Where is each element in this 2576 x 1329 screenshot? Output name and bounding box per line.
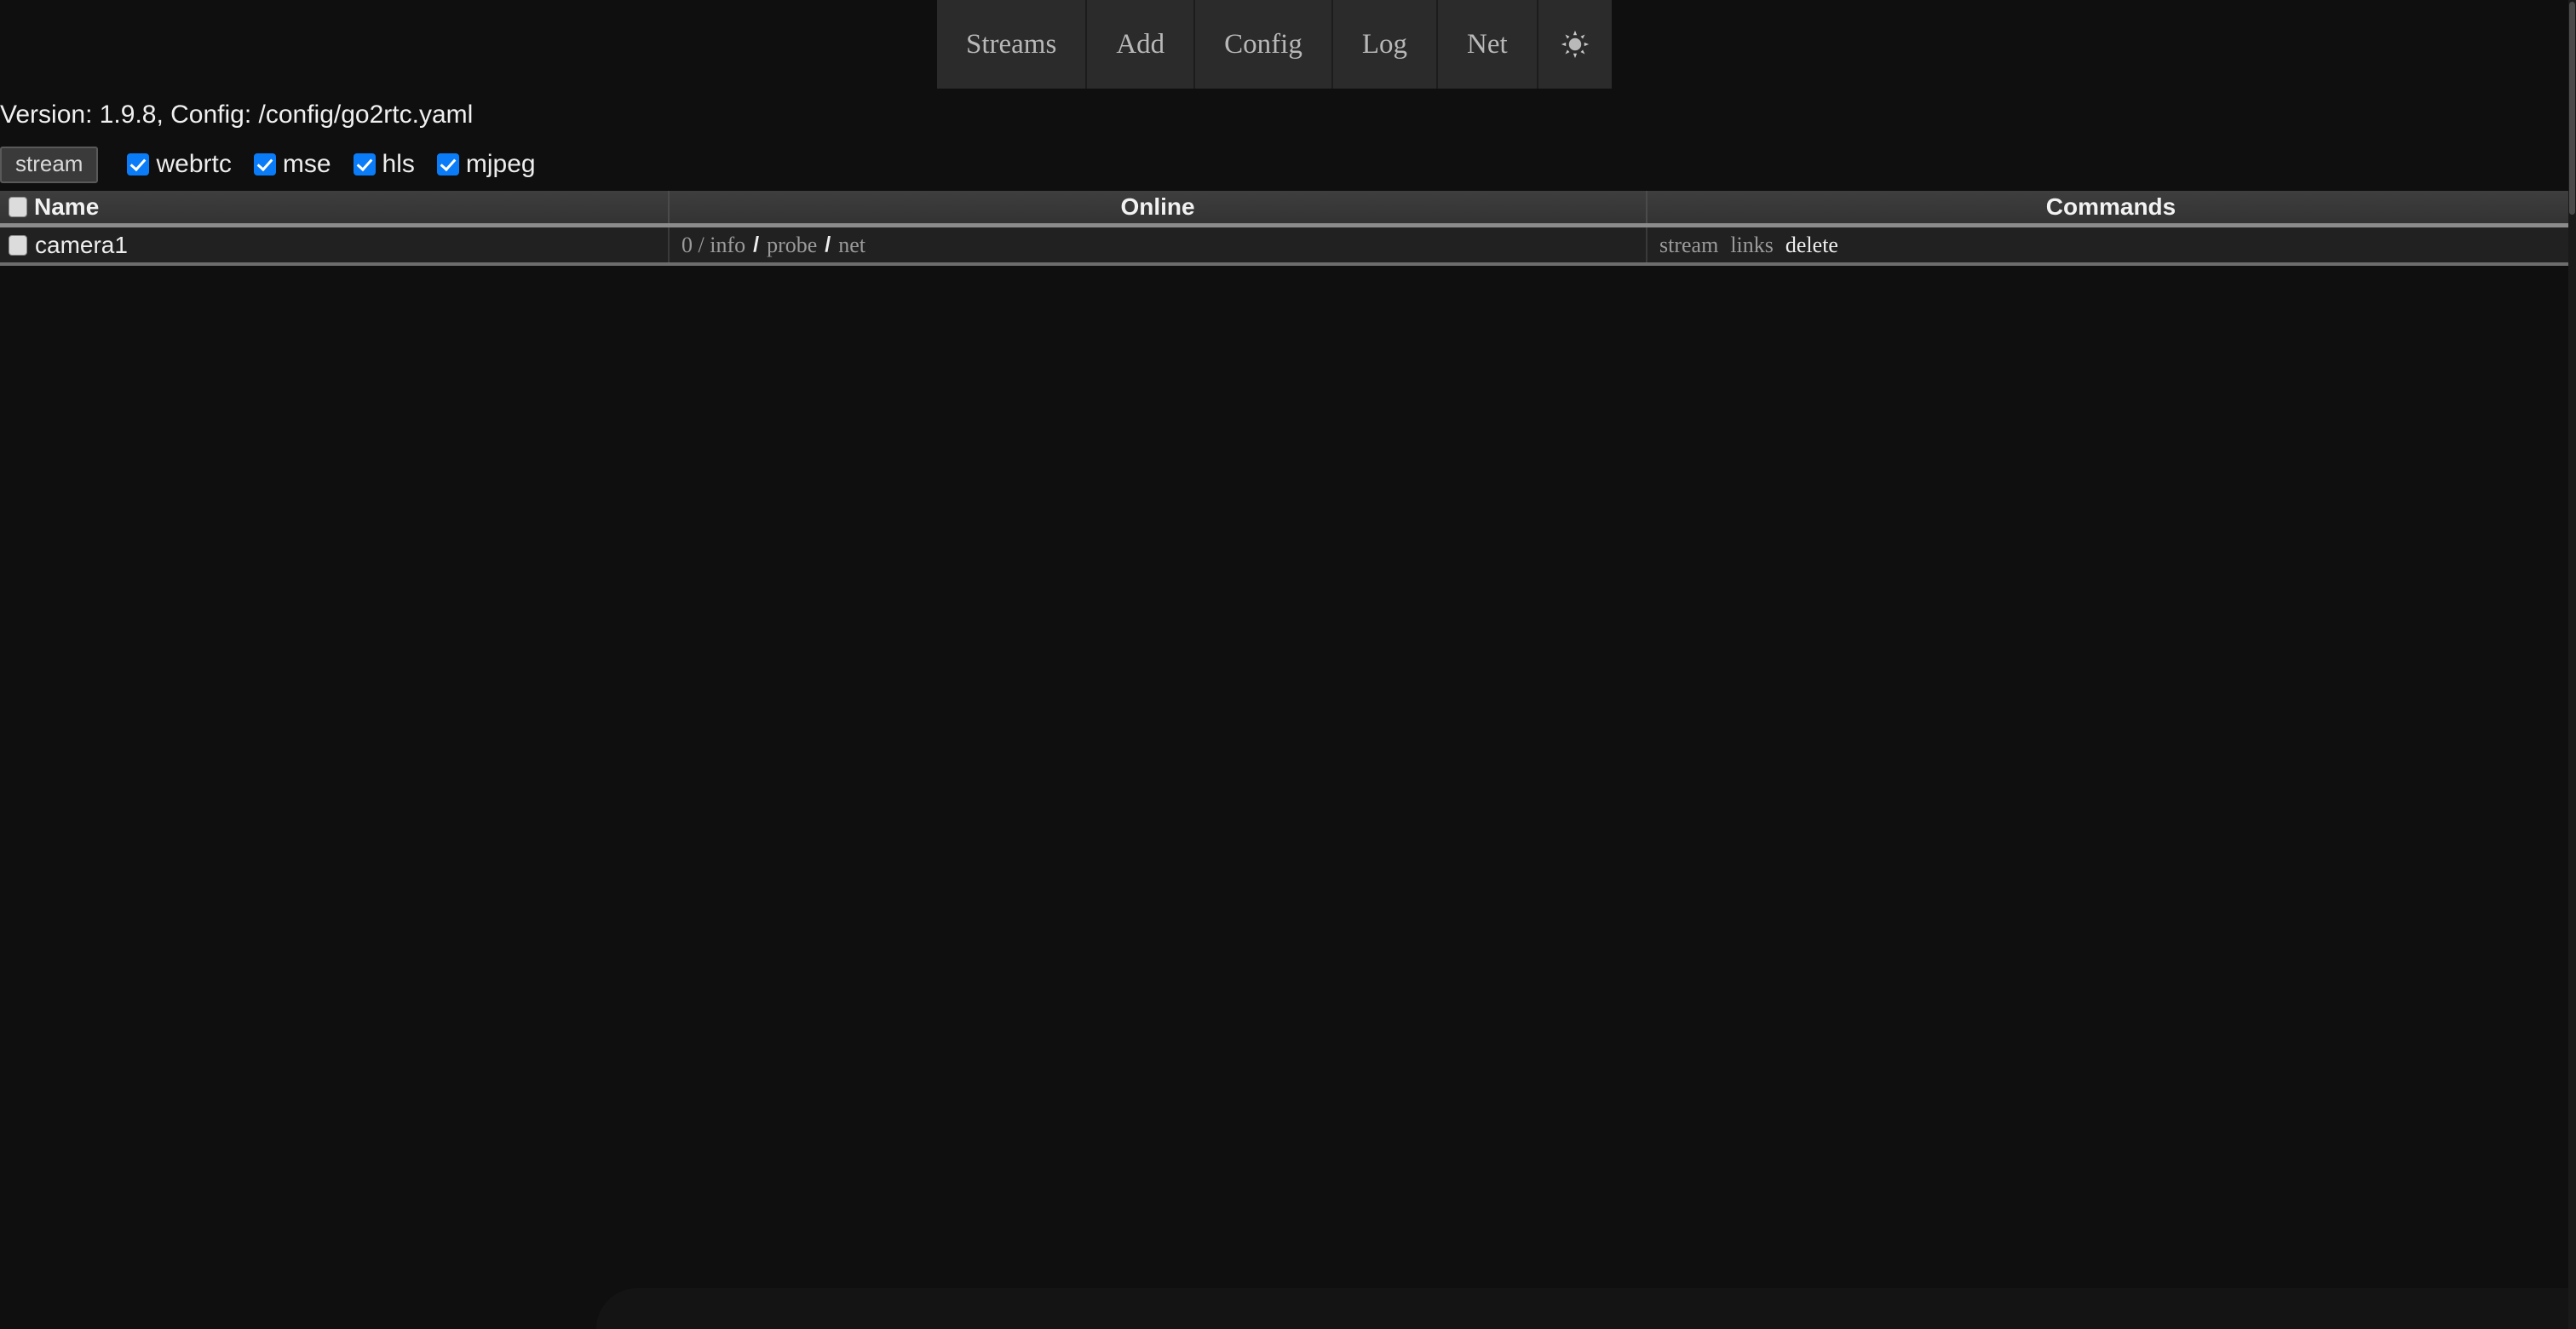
nav-item-streams[interactable]: Streams — [937, 0, 1088, 89]
nav-item-add[interactable]: Add — [1087, 0, 1196, 89]
table-header-name-label: Name — [34, 193, 100, 220]
checkbox-mse[interactable]: mse — [253, 150, 331, 178]
cell-name: camera1 — [0, 227, 670, 262]
version-info: Version: 1.9.8, Config: /config/go2rtc.y… — [0, 101, 474, 129]
stream-button[interactable]: stream — [0, 146, 99, 183]
checkbox-webrtc-box[interactable] — [127, 153, 150, 175]
nav-item-label: Log — [1361, 28, 1408, 60]
nav-item-label: Config — [1224, 28, 1302, 60]
command-stream-link[interactable]: stream — [1659, 233, 1718, 258]
table-header-online: Online — [670, 191, 1647, 223]
checkbox-mse-label: mse — [282, 150, 331, 178]
nav-item-log[interactable]: Log — [1332, 0, 1439, 89]
table-header-name: Name — [0, 191, 670, 223]
nav-item-label: Net — [1467, 28, 1508, 60]
streams-table: Name Online Commands camera1 0 / info / … — [0, 191, 2574, 266]
theme-toggle-button[interactable] — [1538, 0, 1612, 89]
table-header-commands: Commands — [1647, 191, 2574, 223]
online-net-link[interactable]: net — [838, 233, 865, 258]
nav-item-net[interactable]: Net — [1438, 0, 1538, 89]
stream-controls: stream webrtc mse hls mjpeg — [0, 146, 536, 183]
online-probe-link[interactable]: probe — [767, 233, 817, 258]
cell-commands: stream links delete — [1647, 227, 2574, 262]
cell-online: 0 / info / probe / net — [670, 227, 1647, 262]
checkbox-hls-box[interactable] — [353, 153, 376, 175]
row-select-checkbox[interactable] — [9, 234, 27, 256]
checkbox-hls[interactable]: hls — [353, 150, 415, 178]
table-header-online-label: Online — [1120, 193, 1195, 220]
table-header-row: Name Online Commands — [0, 191, 2574, 227]
sun-icon — [1561, 30, 1589, 59]
checkbox-mjpeg-label: mjpeg — [465, 150, 536, 178]
select-all-checkbox[interactable] — [9, 197, 27, 217]
top-navigation: Streams Add Config Log Net — [937, 0, 1612, 89]
checkbox-webrtc[interactable]: webrtc — [127, 150, 232, 178]
nav-item-label: Streams — [966, 28, 1057, 60]
online-separator: / — [753, 233, 760, 256]
nav-item-label: Add — [1116, 28, 1165, 60]
checkbox-mjpeg[interactable]: mjpeg — [436, 150, 536, 178]
checkbox-mjpeg-box[interactable] — [436, 153, 459, 175]
command-links-link[interactable]: links — [1730, 233, 1774, 258]
stream-name-label: camera1 — [35, 231, 128, 258]
page-scrollbar[interactable] — [2568, 0, 2576, 1329]
checkbox-mse-box[interactable] — [253, 153, 276, 175]
nav-item-config[interactable]: Config — [1195, 0, 1333, 89]
command-delete-link[interactable]: delete — [1785, 233, 1838, 258]
table-header-commands-label: Commands — [2045, 193, 2176, 220]
checkbox-webrtc-label: webrtc — [156, 150, 232, 178]
online-separator: / — [825, 233, 831, 256]
online-info-link[interactable]: 0 / info — [681, 233, 745, 258]
checkbox-hls-label: hls — [382, 150, 415, 178]
table-row: camera1 0 / info / probe / net stream li… — [0, 227, 2574, 266]
page-scrollbar-thumb[interactable] — [2569, 2, 2575, 215]
bottom-decoration — [596, 1288, 2576, 1329]
